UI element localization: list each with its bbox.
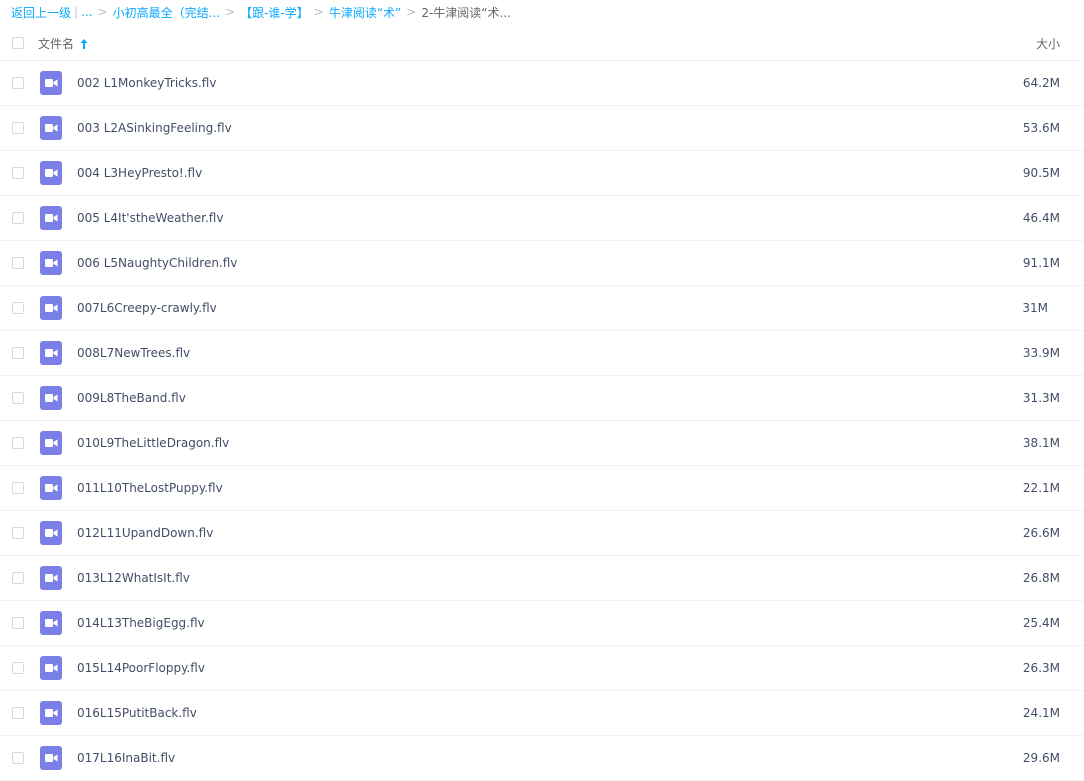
file-name[interactable]: 013L12WhatIsIt.flv <box>77 571 190 585</box>
file-name[interactable]: 010L9TheLittleDragon.flv <box>77 436 229 450</box>
file-checkbox[interactable] <box>12 122 24 134</box>
column-size-header[interactable]: 大小 <box>1036 35 1060 52</box>
file-row[interactable]: 012L11UpandDown.flv 26.6M <box>0 511 1084 556</box>
file-row[interactable]: 003 L2ASinkingFeeling.flv 53.6M <box>0 106 1084 151</box>
breadcrumb-current: 2-牛津阅读“术... <box>421 5 511 20</box>
file-checkbox[interactable] <box>12 482 24 494</box>
video-file-icon <box>40 386 62 410</box>
file-size: 91.1M <box>1022 256 1060 270</box>
file-size: 25.4M <box>1022 616 1060 630</box>
file-checkbox[interactable] <box>12 257 24 269</box>
file-row[interactable]: 013L12WhatIsIt.flv 26.8M <box>0 556 1084 601</box>
file-size: 38.1M <box>1022 436 1060 450</box>
file-name[interactable]: 012L11UpandDown.flv <box>77 526 213 540</box>
video-file-icon <box>40 701 62 725</box>
file-size: 90.5M <box>1022 166 1060 180</box>
file-list: 002 L1MonkeyTricks.flv 64.2M 003 L2ASink… <box>0 61 1084 781</box>
select-all-checkbox[interactable] <box>12 37 24 49</box>
video-file-icon <box>40 656 62 680</box>
file-size: 64.2M <box>1022 76 1060 90</box>
video-file-icon <box>40 71 62 95</box>
video-file-icon <box>40 476 62 500</box>
video-file-icon <box>40 116 62 140</box>
file-size: 46.4M <box>1022 211 1060 225</box>
file-row[interactable]: 008L7NewTrees.flv 33.9M <box>0 331 1084 376</box>
file-checkbox[interactable] <box>12 752 24 764</box>
file-name[interactable]: 004 L3HeyPresto!.flv <box>77 166 202 180</box>
video-file-icon <box>40 431 62 455</box>
file-row[interactable]: 007L6Creepy-crawly.flv 31M <box>0 286 1084 331</box>
file-size: 53.6M <box>1022 121 1060 135</box>
breadcrumb-divider: | <box>74 5 79 19</box>
file-name[interactable]: 006 L5NaughtyChildren.flv <box>77 256 237 270</box>
breadcrumb: 返回上一级 | ... > 小初高最全（完结... > 【跟-谁-学】 > 牛津… <box>0 0 1084 24</box>
file-checkbox[interactable] <box>12 212 24 224</box>
file-name[interactable]: 008L7NewTrees.flv <box>77 346 190 360</box>
breadcrumb-separator: > <box>313 5 324 19</box>
file-size: 24.1M <box>1022 706 1060 720</box>
file-size: 26.3M <box>1022 661 1060 675</box>
file-row[interactable]: 016L15PutitBack.flv 24.1M <box>0 691 1084 736</box>
file-name[interactable]: 009L8TheBand.flv <box>77 391 186 405</box>
file-checkbox[interactable] <box>12 572 24 584</box>
file-row[interactable]: 005 L4It'stheWeather.flv 46.4M <box>0 196 1084 241</box>
file-size: 22.1M <box>1022 481 1060 495</box>
file-name[interactable]: 005 L4It'stheWeather.flv <box>77 211 223 225</box>
file-name[interactable]: 003 L2ASinkingFeeling.flv <box>77 121 232 135</box>
video-file-icon <box>40 206 62 230</box>
file-checkbox[interactable] <box>12 167 24 179</box>
breadcrumb-separator: > <box>97 5 108 19</box>
file-size: 26.8M <box>1022 571 1060 585</box>
file-checkbox[interactable] <box>12 347 24 359</box>
file-checkbox[interactable] <box>12 527 24 539</box>
file-size: 31M <box>1022 301 1048 315</box>
file-row[interactable]: 010L9TheLittleDragon.flv 38.1M <box>0 421 1084 466</box>
file-row[interactable]: 002 L1MonkeyTricks.flv 64.2M <box>0 61 1084 106</box>
column-name-label: 文件名 <box>38 37 75 51</box>
sort-ascending-icon <box>79 38 89 50</box>
video-file-icon <box>40 251 62 275</box>
video-file-icon <box>40 296 62 320</box>
list-header: 文件名 大小 <box>0 24 1084 61</box>
file-row[interactable]: 006 L5NaughtyChildren.flv 91.1M <box>0 241 1084 286</box>
file-name[interactable]: 011L10TheLostPuppy.flv <box>77 481 223 495</box>
column-name-header[interactable]: 文件名 <box>38 35 89 52</box>
file-name[interactable]: 015L14PoorFloppy.flv <box>77 661 205 675</box>
file-checkbox[interactable] <box>12 617 24 629</box>
breadcrumb-item[interactable]: 牛津阅读“术” <box>329 4 401 21</box>
breadcrumb-item[interactable]: 小初高最全（完结... <box>113 4 220 21</box>
breadcrumb-separator: > <box>225 5 236 19</box>
file-row[interactable]: 015L14PoorFloppy.flv 26.3M <box>0 646 1084 691</box>
video-file-icon <box>40 521 62 545</box>
file-name[interactable]: 014L13TheBigEgg.flv <box>77 616 205 630</box>
file-checkbox[interactable] <box>12 437 24 449</box>
file-name[interactable]: 017L16InaBit.flv <box>77 751 175 765</box>
file-checkbox[interactable] <box>12 302 24 314</box>
file-checkbox[interactable] <box>12 707 24 719</box>
video-file-icon <box>40 611 62 635</box>
file-checkbox[interactable] <box>12 392 24 404</box>
file-size: 33.9M <box>1022 346 1060 360</box>
file-size: 29.6M <box>1022 751 1060 765</box>
file-row[interactable]: 011L10TheLostPuppy.flv 22.1M <box>0 466 1084 511</box>
file-name[interactable]: 002 L1MonkeyTricks.flv <box>77 76 216 90</box>
file-name[interactable]: 007L6Creepy-crawly.flv <box>77 301 217 315</box>
video-file-icon <box>40 566 62 590</box>
video-file-icon <box>40 341 62 365</box>
file-row[interactable]: 017L16InaBit.flv 29.6M <box>0 736 1084 781</box>
file-name[interactable]: 016L15PutitBack.flv <box>77 706 197 720</box>
file-row[interactable]: 014L13TheBigEgg.flv 25.4M <box>0 601 1084 646</box>
file-size: 26.6M <box>1022 526 1060 540</box>
breadcrumb-separator: > <box>406 5 417 19</box>
back-link[interactable]: 返回上一级 <box>11 4 71 21</box>
file-row[interactable]: 004 L3HeyPresto!.flv 90.5M <box>0 151 1084 196</box>
video-file-icon <box>40 161 62 185</box>
file-size: 31.3M <box>1022 391 1060 405</box>
breadcrumb-item[interactable]: 【跟-谁-学】 <box>240 4 309 21</box>
file-checkbox[interactable] <box>12 662 24 674</box>
file-row[interactable]: 009L8TheBand.flv 31.3M <box>0 376 1084 421</box>
file-checkbox[interactable] <box>12 77 24 89</box>
breadcrumb-ellipsis[interactable]: ... <box>81 5 92 19</box>
video-file-icon <box>40 746 62 770</box>
